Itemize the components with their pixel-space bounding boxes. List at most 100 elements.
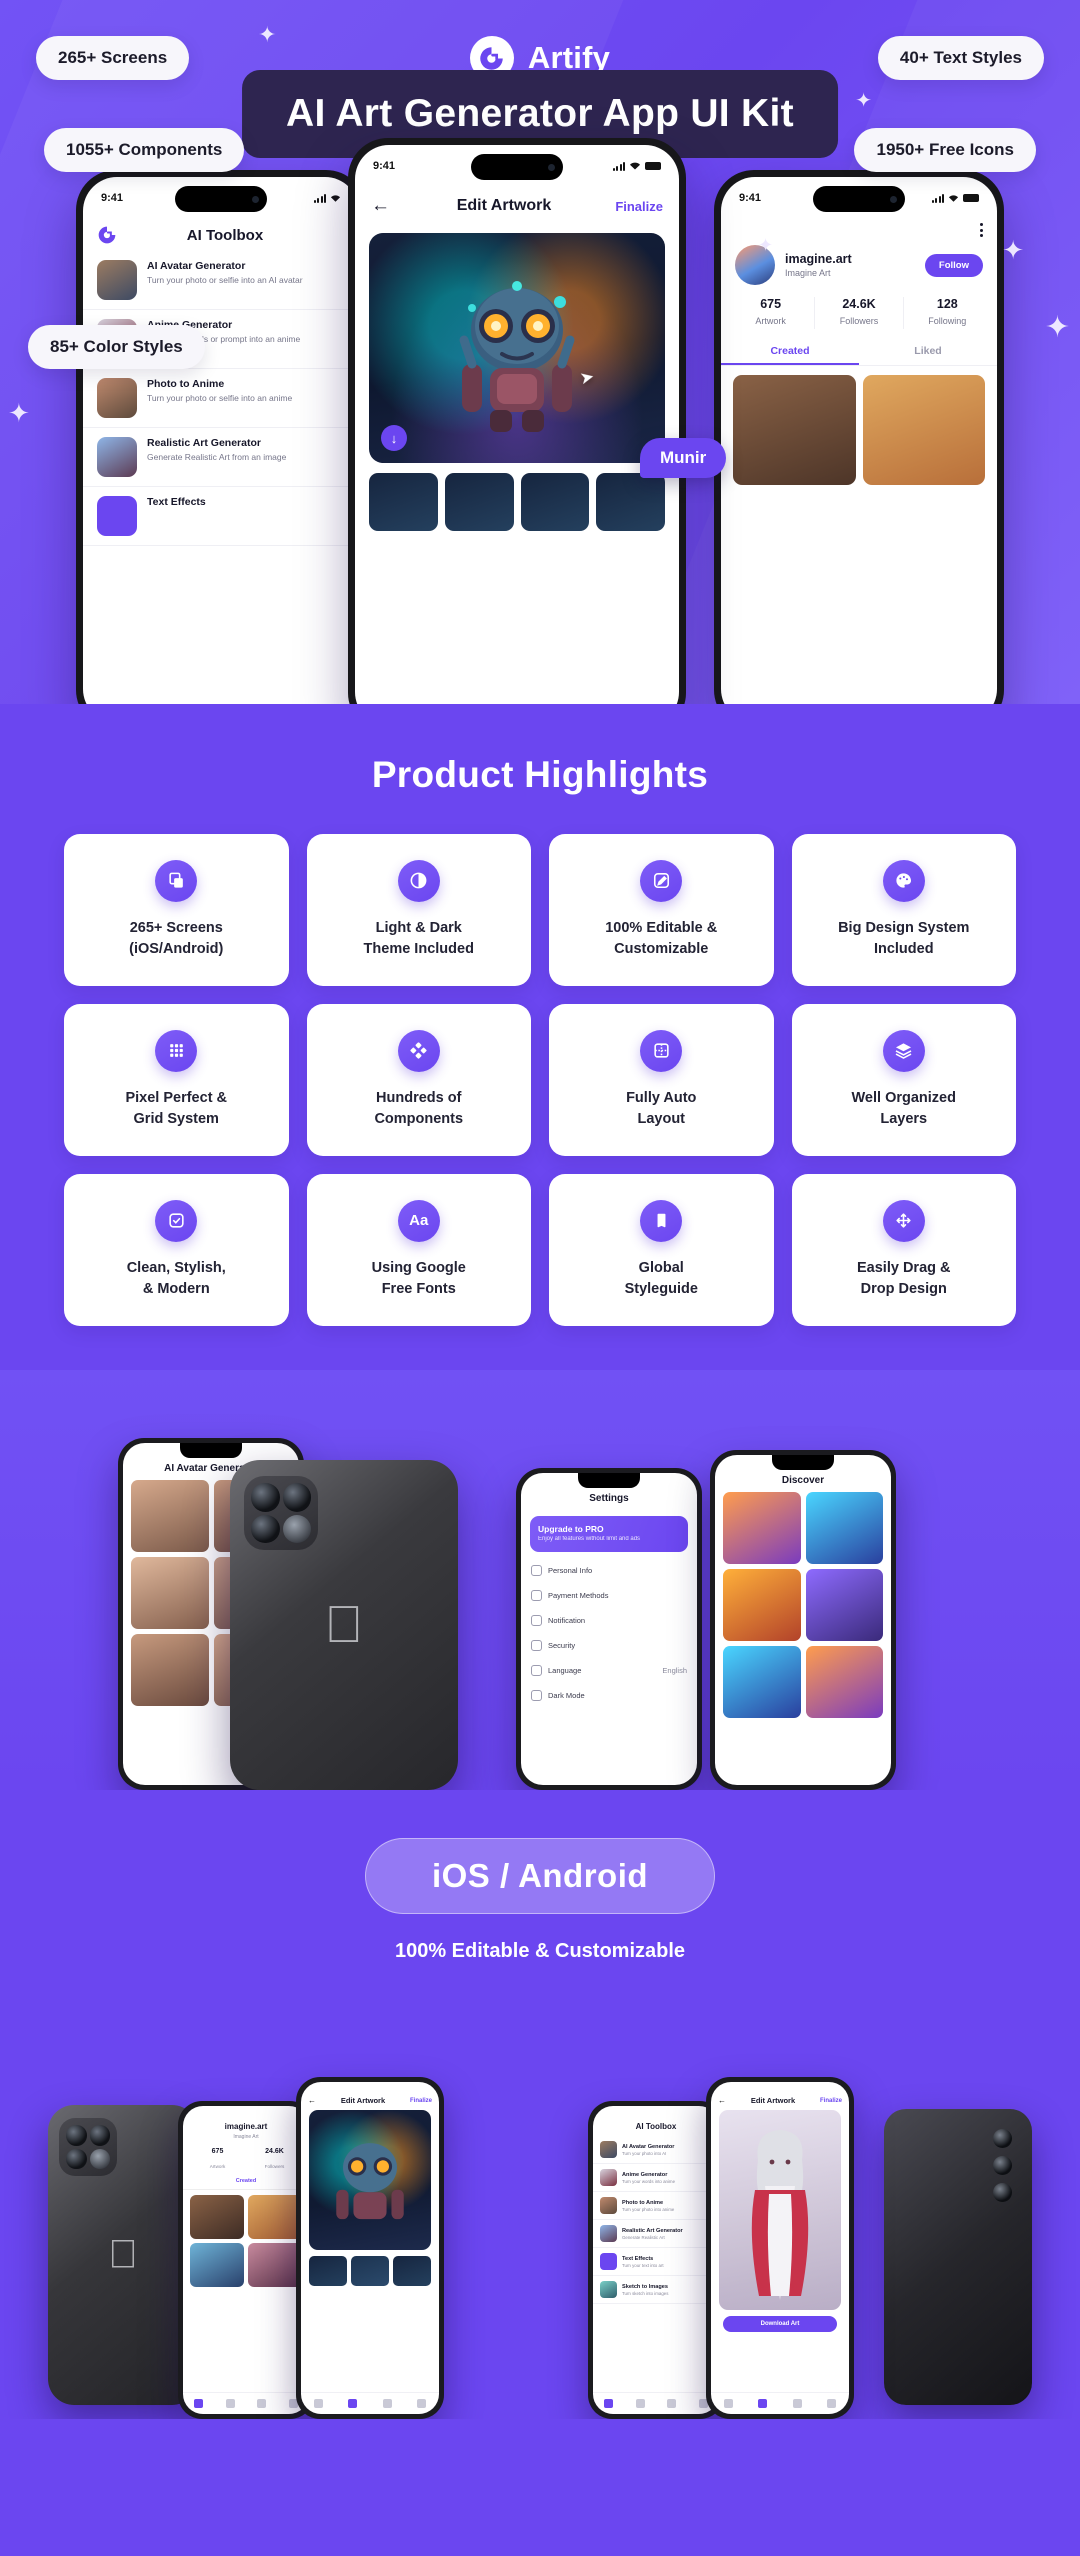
list-item[interactable]: AI Avatar Generator Turn your photo into … xyxy=(593,2136,719,2164)
camera-module-icon xyxy=(59,2118,117,2176)
highlight-label: Hundreds of Components xyxy=(374,1089,464,1127)
thumbnail-option[interactable] xyxy=(351,2256,389,2286)
list-item[interactable]: Photo to Anime Turn your photo or selfie… xyxy=(83,369,359,428)
highlight-label: Fully Auto Layout xyxy=(626,1089,697,1127)
thumbnail-option[interactable] xyxy=(393,2256,431,2286)
nav-create-icon[interactable] xyxy=(758,2399,768,2408)
settings-item[interactable]: Payment Methods xyxy=(521,1583,697,1608)
tab-created[interactable]: Created xyxy=(721,337,859,365)
settings-item[interactable]: Notification xyxy=(521,1608,697,1633)
robot-artwork xyxy=(336,2142,404,2219)
list-item[interactable]: Photo to Anime Turn your photo into anime xyxy=(593,2192,719,2220)
status-time: 9:41 xyxy=(101,192,124,204)
avatar-thumb[interactable] xyxy=(131,1634,209,1706)
badge-components: 1055+ Components xyxy=(44,128,245,172)
notch xyxy=(180,1443,242,1458)
nav-discover-icon[interactable] xyxy=(635,2399,645,2408)
artwork-thumb[interactable] xyxy=(248,2195,302,2239)
list-item[interactable]: Realistic Art Generator Generate Realisti… xyxy=(593,2220,719,2248)
finalize-button[interactable]: Finalize xyxy=(820,2098,842,2104)
download-art-button[interactable]: Download Art xyxy=(723,2316,837,2332)
font-aa-icon: Aa xyxy=(397,1199,440,1242)
thumbnail-option[interactable] xyxy=(520,473,590,531)
bottom-navigation xyxy=(301,2392,439,2414)
finalize-button[interactable]: Finalize xyxy=(410,2098,432,2104)
nav-library-icon[interactable] xyxy=(792,2399,802,2408)
stat-artwork: 675 Artwork xyxy=(727,297,816,329)
screen-title: AI Toolbox xyxy=(635,2122,677,2131)
list-item[interactable]: Anime Generator Turn your words into anim… xyxy=(593,2164,719,2192)
discover-thumb[interactable] xyxy=(805,1492,883,1564)
highlight-label: Light & Dark Theme Included xyxy=(363,919,474,957)
badge-color-styles: 85+ Color Styles xyxy=(28,325,205,369)
sparkle-icon: ✦ xyxy=(1044,311,1070,344)
artwork-preview xyxy=(309,2110,431,2250)
list-item[interactable]: Text Effects Turn your text into art xyxy=(593,2248,719,2276)
settings-item[interactable]: Language English xyxy=(521,1658,697,1683)
upgrade-pro-card[interactable]: Upgrade to PRO Enjoy all features withou… xyxy=(530,1516,688,1552)
discover-thumb[interactable] xyxy=(805,1646,883,1718)
stat-label: Followers xyxy=(264,2164,285,2169)
discover-thumb[interactable] xyxy=(723,1492,801,1564)
artwork-thumb[interactable] xyxy=(248,2243,302,2287)
arrow-left-icon[interactable]: ← xyxy=(371,195,401,217)
discover-thumb[interactable] xyxy=(723,1646,801,1718)
pro-title: Upgrade to PRO xyxy=(538,1524,604,1534)
avatar-thumb[interactable] xyxy=(131,1480,209,1552)
nav-home-icon[interactable] xyxy=(723,2399,733,2408)
thumbnail-option[interactable] xyxy=(309,2256,347,2286)
nav-create-icon[interactable] xyxy=(667,2399,677,2408)
bottom-navigation xyxy=(183,2392,309,2414)
thumbnail-option[interactable] xyxy=(444,473,514,531)
highlight-card: Global Styleguide xyxy=(549,1174,774,1326)
finalize-button[interactable]: Finalize xyxy=(607,199,663,214)
list-item-desc: Turn your photo or selfie into an anime xyxy=(147,393,293,403)
settings-value: English xyxy=(662,1665,687,1675)
list-item[interactable]: AI Avatar Generator Turn your photo or s… xyxy=(83,251,359,310)
nav-home-icon[interactable] xyxy=(194,2399,204,2408)
list-item-title: Realistic Art Generator xyxy=(147,437,261,449)
nav-create-icon[interactable] xyxy=(257,2399,267,2408)
thumbnail-option[interactable] xyxy=(596,473,665,531)
list-item-desc: Turn your photo into AI xyxy=(622,2150,667,2156)
discover-thumb[interactable] xyxy=(805,1569,883,1641)
settings-item[interactable]: Dark Mode xyxy=(521,1683,697,1708)
artwork-thumb[interactable] xyxy=(862,375,985,485)
card-icon xyxy=(531,1589,542,1601)
list-item[interactable]: Realistic Art Generator Generate Realist… xyxy=(83,428,359,487)
artwork-thumb[interactable] xyxy=(190,2243,244,2287)
check-square-icon xyxy=(155,1199,198,1242)
thumbnail xyxy=(600,2225,617,2242)
avatar-thumb[interactable] xyxy=(131,1557,209,1629)
nav-profile-icon[interactable] xyxy=(827,2399,837,2408)
nav-home-icon[interactable] xyxy=(604,2399,614,2408)
notch xyxy=(578,1473,640,1488)
arrow-left-icon[interactable]: ← xyxy=(308,2096,316,2105)
tab-liked[interactable]: Liked xyxy=(859,337,997,365)
stat-value: 675 xyxy=(211,2148,224,2155)
settings-item[interactable]: Security xyxy=(521,1633,697,1658)
nav-profile-icon[interactable] xyxy=(417,2399,427,2408)
arrow-left-icon[interactable]: ← xyxy=(718,2096,726,2105)
highlight-card: Well Organized Layers xyxy=(791,1004,1016,1156)
nav-library-icon[interactable] xyxy=(382,2399,392,2408)
artwork-thumb[interactable] xyxy=(733,375,856,485)
nav-create-icon[interactable] xyxy=(348,2399,358,2408)
list-item-title: Text Effects xyxy=(622,2255,654,2262)
edit-pencil-icon xyxy=(640,859,683,902)
nav-discover-icon[interactable] xyxy=(225,2399,235,2408)
download-icon[interactable]: ↓ xyxy=(381,425,407,451)
apple-logo-icon:  xyxy=(108,2233,138,2278)
discover-thumb[interactable] xyxy=(723,1569,801,1641)
thumbnail-option[interactable] xyxy=(369,473,438,531)
nav-home-icon[interactable] xyxy=(313,2399,323,2408)
tab-created[interactable]: Created xyxy=(183,2178,309,2190)
follow-button[interactable]: Follow xyxy=(924,253,983,277)
thumbnail xyxy=(600,2281,617,2298)
artwork-thumb[interactable] xyxy=(190,2195,244,2239)
list-item[interactable]: Sketch to Images Turn sketch into images xyxy=(593,2276,719,2304)
settings-item[interactable]: Personal Info xyxy=(521,1558,697,1583)
hero-section: ✦ ✦ ✦ ✦ ✦ ✦ ✦ Artify 265+ Screens 40+ Te… xyxy=(0,0,1080,710)
more-vertical-icon[interactable] xyxy=(980,223,983,237)
list-item[interactable]: Text Effects xyxy=(83,487,359,546)
